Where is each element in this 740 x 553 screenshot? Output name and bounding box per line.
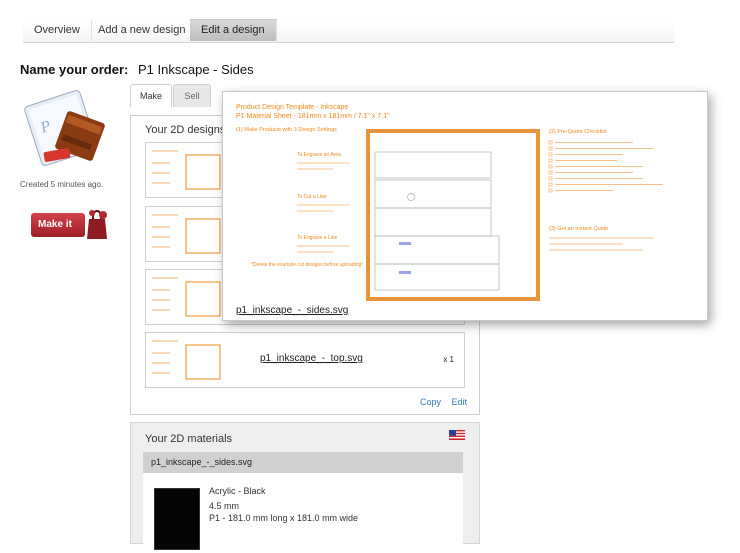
- design-thumbnail: [148, 272, 226, 320]
- make-it-label: Make it: [38, 219, 72, 230]
- created-time: Created 5 minutes ago.: [20, 180, 104, 189]
- design-preview-popup: Product Design Template - Inkscape P1 Ma…: [222, 91, 708, 321]
- top-tab-bar: Overview Add a new design Edit a design: [23, 19, 674, 43]
- designs-title: Your 2D designs: [145, 124, 226, 136]
- make-it-button[interactable]: Make it: [31, 209, 107, 239]
- shopping-bag-icon: [87, 209, 107, 239]
- design-thumbnail: [148, 145, 226, 193]
- order-name-label: Name your order:: [20, 62, 129, 77]
- order-name-row: Name your order: P1 Inkscape - Sides: [20, 62, 254, 77]
- tab-edit-design[interactable]: Edit a design: [190, 19, 277, 41]
- preview-file-name[interactable]: p1_inkscape_-_sides.svg: [236, 305, 348, 316]
- design-quantity: x 1: [443, 355, 454, 364]
- design-thumbnail: [148, 335, 226, 383]
- materials-panel: Your 2D materials p1_inkscape_-_sides.sv…: [130, 422, 480, 553]
- material-swatch: [154, 488, 200, 550]
- tab-make[interactable]: Make: [130, 84, 172, 107]
- order-name-value[interactable]: P1 Inkscape - Sides: [138, 62, 254, 77]
- material-file-name: p1_inkscape_-_sides.svg: [143, 452, 463, 473]
- materials-title: Your 2D materials: [145, 433, 233, 445]
- template-artwork: [297, 129, 663, 301]
- template-preview: Product Design Template - Inkscape P1 Ma…: [223, 92, 707, 302]
- tab-add-new-design[interactable]: Add a new design: [87, 20, 198, 41]
- design-file-name[interactable]: p1_inkscape_-_top.svg: [260, 353, 363, 364]
- inkscape-app-icon: P: [24, 90, 105, 166]
- material-details: Acrylic - Black 4.5 mm P1 - 181.0 mm lon…: [143, 473, 463, 553]
- design-thumbnail: [148, 209, 226, 257]
- edit-link[interactable]: Edit: [451, 397, 467, 407]
- design-row[interactable]: p1_inkscape_-_top.svg x 1: [145, 332, 465, 388]
- design-actions: Copy Edit: [412, 397, 467, 407]
- material-thickness: 4.5 mm: [209, 501, 240, 511]
- material-name: Acrylic - Black: [209, 486, 266, 496]
- tab-overview[interactable]: Overview: [23, 20, 92, 41]
- copy-link[interactable]: Copy: [420, 397, 441, 407]
- us-flag-icon[interactable]: [449, 430, 465, 440]
- tab-sell[interactable]: Sell: [173, 84, 211, 107]
- material-size: P1 - 181.0 mm long x 181.0 mm wide: [209, 513, 359, 523]
